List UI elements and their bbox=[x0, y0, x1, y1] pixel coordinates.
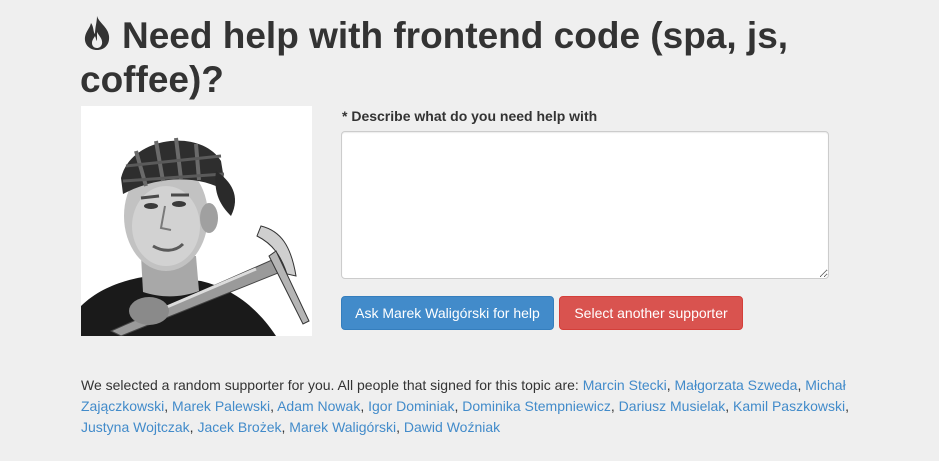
supporter-photo-image bbox=[81, 106, 312, 336]
separator: , bbox=[610, 398, 619, 414]
separator: , bbox=[666, 377, 675, 393]
supporter-link[interactable]: Kamil Paszkowski bbox=[733, 398, 845, 414]
supporter-photo bbox=[81, 106, 312, 336]
description-textarea[interactable] bbox=[341, 131, 829, 279]
separator: , bbox=[396, 419, 404, 435]
select-another-supporter-button[interactable]: Select another supporter bbox=[559, 296, 743, 330]
separator: , bbox=[725, 398, 734, 414]
ask-for-help-button[interactable]: Ask Marek Waligórski for help bbox=[341, 296, 554, 330]
page-title: Need help with frontend code (spa, js, c… bbox=[80, 14, 880, 102]
supporter-link[interactable]: Dawid Woźniak bbox=[404, 419, 500, 435]
supporter-link[interactable]: Marek Waligórski bbox=[289, 419, 396, 435]
supporter-link[interactable]: Dariusz Musielak bbox=[619, 398, 726, 414]
supporter-link[interactable]: Marek Palewski bbox=[172, 398, 270, 414]
supporter-link[interactable]: Igor Dominiak bbox=[368, 398, 454, 414]
supporter-link[interactable]: Adam Nowak bbox=[277, 398, 360, 414]
supporters-text: We selected a random supporter for you. … bbox=[81, 375, 851, 438]
separator: , bbox=[845, 398, 849, 414]
supporter-link[interactable]: Marcin Stecki bbox=[583, 377, 667, 393]
supporter-link[interactable]: Małgorzata Szweda bbox=[675, 377, 798, 393]
supporters-intro: We selected a random supporter for you. … bbox=[81, 377, 583, 393]
supporter-link[interactable]: Justyna Wojtczak bbox=[81, 419, 190, 435]
fire-icon bbox=[84, 16, 110, 50]
supporter-link[interactable]: Jacek Brożek bbox=[197, 419, 281, 435]
supporter-link[interactable]: Dominika Stempniewicz bbox=[462, 398, 611, 414]
separator: , bbox=[360, 398, 369, 414]
page: Need help with frontend code (spa, js, c… bbox=[0, 0, 939, 461]
description-label: * Describe what do you need help with bbox=[342, 108, 598, 124]
separator: , bbox=[164, 398, 173, 414]
page-title-text: Need help with frontend code (spa, js, c… bbox=[80, 15, 789, 100]
